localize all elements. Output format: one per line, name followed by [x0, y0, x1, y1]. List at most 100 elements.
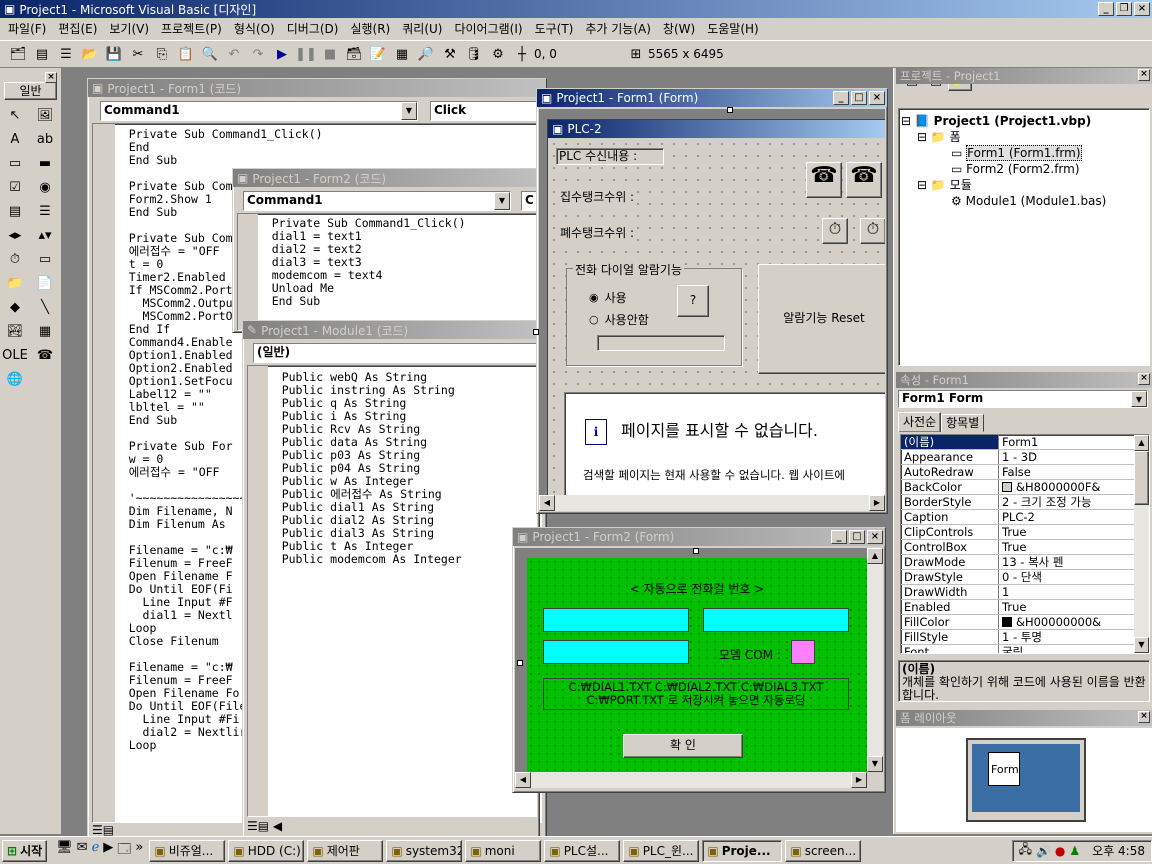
maximize-button[interactable]: □	[849, 530, 865, 544]
form1[interactable]: ▣ PLC-2 PLC 수신내용 : 집수탱크수위 : 폐수탱크수위 : ☎ ☎ …	[547, 119, 885, 495]
timer-icon[interactable]: ⏱	[3, 248, 27, 270]
taskbar-button[interactable]: ▣ screen...	[785, 839, 862, 862]
project-explorer-icon[interactable]: 🗃	[342, 43, 366, 65]
layout-form-thumbnail[interactable]: Form	[988, 752, 1020, 786]
property-row[interactable]: (이름) Form1	[901, 435, 1149, 450]
drivelist-icon[interactable]: ▭	[33, 248, 57, 270]
mscomm-icon[interactable]: ☎	[33, 344, 57, 366]
network-icon[interactable]: 🖧	[1019, 840, 1032, 861]
toolbox-tab-general[interactable]: 일반	[4, 82, 57, 100]
property-row[interactable]: BorderStyle 2 - 크기 조정 가능	[901, 495, 1149, 510]
taskbar-button[interactable]: ▣ HDD (C:)	[228, 839, 305, 862]
tab-categorized[interactable]: 항목별	[941, 414, 985, 432]
open-project-icon[interactable]: 📂	[78, 43, 102, 65]
show-desktop-icon[interactable]: 🖥	[56, 840, 73, 862]
property-row[interactable]: FillStyle 1 - 투명	[901, 630, 1149, 645]
image-icon[interactable]: 🏞	[3, 320, 27, 342]
data-icon[interactable]: ▦	[33, 320, 57, 342]
line-icon[interactable]: ╲	[33, 296, 57, 318]
close-button[interactable]: ×	[1134, 2, 1150, 16]
form2-hscroll[interactable]: ◀ ▶	[515, 772, 867, 788]
minimize-button[interactable]: _	[831, 530, 847, 544]
taskbar-button[interactable]: ▣ 비쥬얼...	[149, 839, 226, 862]
antivirus-icon[interactable]: ●	[1055, 844, 1065, 858]
resize-handle[interactable]	[517, 660, 523, 666]
property-row[interactable]: DrawStyle 0 - 단색	[901, 570, 1149, 585]
commandbutton-icon[interactable]: ▬	[33, 152, 57, 174]
minimize-button[interactable]: _	[1098, 2, 1114, 16]
redo-icon[interactable]: ↷	[246, 43, 270, 65]
add-project-icon[interactable]: 🗂	[6, 43, 30, 65]
menu-item[interactable]: 도움말(H)	[701, 20, 765, 38]
menu-item[interactable]: 보기(V)	[103, 20, 155, 38]
start-button[interactable]: ⊞ 시작	[2, 839, 48, 862]
volume-icon[interactable]: 🔊	[1036, 844, 1051, 858]
taskbar-button[interactable]: ▣ PLC_윈...	[623, 839, 700, 862]
toolbox-close-button[interactable]: ×	[45, 72, 57, 83]
dirlist-icon[interactable]: 📁	[3, 272, 27, 294]
ie-icon[interactable]: ℯ	[92, 840, 100, 862]
properties-vscroll[interactable]: ▲ ▼	[1134, 435, 1149, 653]
properties-object-combo[interactable]: Form1 Form ▼	[898, 390, 1148, 408]
tree-folder-forms[interactable]: ⊟ 📁 폼	[901, 129, 1147, 145]
property-row[interactable]: FillColor &H00000000&	[901, 615, 1149, 630]
copy-icon[interactable]: ⎘	[150, 43, 174, 65]
menu-item[interactable]: 형식(O)	[228, 20, 281, 38]
run-icon[interactable]: ▶	[270, 43, 294, 65]
shape-icon[interactable]: ◆	[3, 296, 27, 318]
combobox-icon[interactable]: ▤	[3, 200, 27, 222]
modem-com-textbox[interactable]	[791, 640, 815, 664]
object-browser-icon[interactable]: 🔎	[414, 43, 438, 65]
form2-client[interactable]: < 자동으로 전화걸 번호 > 모뎀 COM : C:₩DIAL1.TXT C:…	[527, 558, 867, 772]
object-combo-module1[interactable]: (일반)	[253, 343, 541, 363]
vscrollbar-icon[interactable]: ▴▾	[33, 224, 57, 246]
media-icon[interactable]: ▶	[103, 840, 113, 862]
object-combo[interactable]: Command1 ▼	[100, 101, 418, 121]
code-editor-form2[interactable]: Private Sub Command1_Click() dial1 = tex…	[237, 213, 539, 331]
menu-item[interactable]: 도구(T)	[529, 20, 580, 38]
form1-hscroll[interactable]: ◀ ▶	[539, 495, 885, 511]
timer-icon[interactable]: ⏱	[822, 218, 848, 244]
component-manager-icon[interactable]: ⚙	[486, 43, 510, 65]
menu-item[interactable]: 실행(R)	[344, 20, 396, 38]
close-button[interactable]: ×	[1138, 69, 1150, 81]
taskbar-button[interactable]: ▣ PLC설...	[544, 839, 621, 862]
form2-vscroll[interactable]: ▲ ▼	[867, 548, 883, 772]
hscrollbar-icon[interactable]: ◂▸	[3, 224, 27, 246]
minimize-button[interactable]: _	[833, 91, 849, 105]
object-combo-form2[interactable]: Command1 ▼	[243, 191, 511, 211]
menu-item[interactable]: 창(W)	[657, 20, 701, 38]
view-toggle[interactable]: ☰▤ ◀	[247, 819, 297, 833]
filelist-icon[interactable]: 📄	[33, 272, 57, 294]
menu-item[interactable]: 프로젝트(P)	[155, 20, 228, 38]
toolbox-icon[interactable]: ⚒	[438, 43, 462, 65]
label-icon[interactable]: A	[3, 128, 27, 150]
property-row[interactable]: AutoRedraw False	[901, 465, 1149, 480]
frame-icon[interactable]: ▭	[3, 152, 27, 174]
paste-icon[interactable]: 📋	[174, 43, 198, 65]
checkbox-icon[interactable]: ☑	[3, 176, 27, 198]
property-row[interactable]: Enabled True	[901, 600, 1149, 615]
menu-item[interactable]: 파일(F)	[2, 20, 52, 38]
option-use[interactable]: ◉ 사용	[589, 289, 627, 306]
close-button[interactable]: ×	[1138, 373, 1150, 385]
taskbar-button[interactable]: ▣ Proje...	[702, 839, 783, 862]
textbox-icon[interactable]: ab	[33, 128, 57, 150]
view-toggle[interactable]: ☰▤	[92, 823, 132, 837]
property-row[interactable]: Caption PLC-2	[901, 510, 1149, 525]
close-button[interactable]: ×	[1138, 711, 1150, 723]
property-row[interactable]: DrawMode 13 - 복사 펜	[901, 555, 1149, 570]
dial2-textbox[interactable]	[703, 608, 849, 632]
option-nouse[interactable]: ○ 사용안함	[589, 311, 649, 328]
timer-icon[interactable]: ⏱	[860, 218, 885, 244]
tree-root[interactable]: ⊟ 📘 Project1 (Project1.vbp)	[901, 113, 1147, 129]
tab-alphabetic[interactable]: 사전순	[898, 412, 942, 432]
procedure-combo[interactable]: Click	[430, 101, 546, 121]
property-row[interactable]: ClipControls True	[901, 525, 1149, 540]
property-row[interactable]: Font 굴림	[901, 645, 1149, 653]
tree-item-module1[interactable]: ⚙ Module1 (Module1.bas)	[901, 193, 1147, 209]
tree-folder-modules[interactable]: ⊟ 📁 모듈	[901, 177, 1147, 193]
explorer-icon[interactable]: 🗔	[117, 840, 131, 862]
property-row[interactable]: Appearance 1 - 3D	[901, 450, 1149, 465]
undo-icon[interactable]: ↶	[222, 43, 246, 65]
